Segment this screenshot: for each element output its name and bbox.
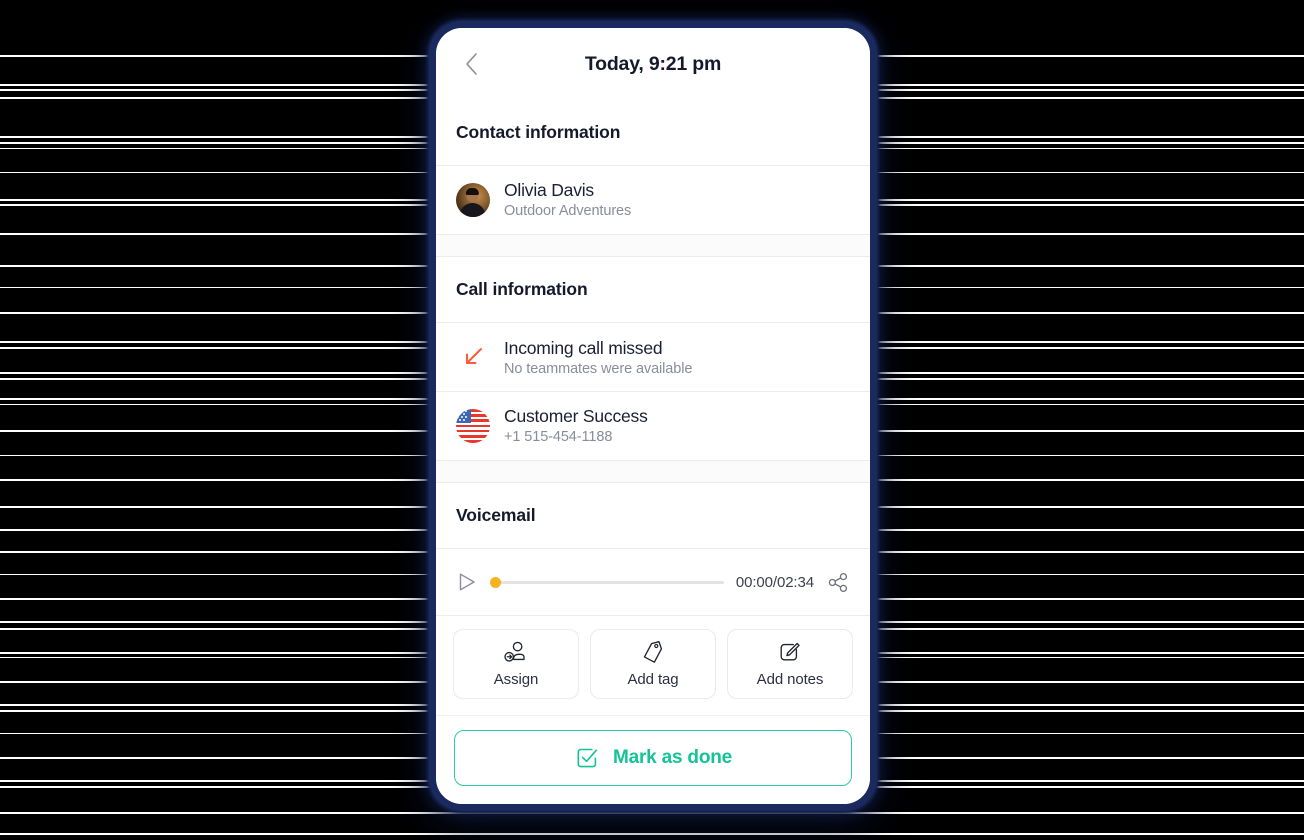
- add-notes-button[interactable]: Add notes: [727, 628, 853, 699]
- call-number-row[interactable]: Customer Success +1 515-454-1188: [436, 391, 870, 460]
- playback-time: 00:00/02:34: [735, 573, 814, 591]
- section-title-voicemail: Voicemail: [456, 505, 536, 526]
- section-header-contact: Contact information: [436, 100, 870, 165]
- add-tag-button[interactable]: Add tag: [590, 628, 716, 699]
- assign-person-icon: [504, 641, 525, 662]
- play-icon: [459, 573, 475, 591]
- assign-button[interactable]: Assign: [453, 628, 579, 699]
- call-status-secondary: No teammates were available: [504, 360, 693, 377]
- voicemail-player: 00:00/02:34: [436, 549, 870, 616]
- seek-thumb[interactable]: [490, 576, 501, 588]
- section-gap: [436, 460, 870, 483]
- call-line-name: Customer Success: [504, 406, 648, 427]
- tag-icon: [643, 640, 663, 663]
- background-stripe: [0, 833, 1304, 835]
- page-title: Today, 9:21 pm: [584, 52, 722, 75]
- quick-actions: Assign Add tag Add notes: [436, 615, 870, 715]
- share-button[interactable]: [826, 570, 850, 594]
- call-phone-number: +1 515-454-1188: [504, 429, 613, 446]
- footer-bar: Mark as done: [436, 715, 870, 804]
- contact-row[interactable]: Olivia Davis Outdoor Adventures: [436, 165, 870, 234]
- contact-company: Outdoor Adventures: [504, 203, 632, 220]
- seek-track: [490, 580, 724, 584]
- add-tag-label: Add tag: [627, 670, 679, 688]
- us-flag-icon: [456, 408, 490, 443]
- seek-slider[interactable]: [490, 573, 724, 591]
- section-title-contact: Contact information: [456, 122, 621, 142]
- app-header: Today, 9:21 pm: [436, 28, 870, 100]
- edit-note-icon: [780, 642, 800, 661]
- back-button[interactable]: [454, 47, 488, 81]
- background-stripe: [0, 812, 1304, 814]
- mark-as-done-button[interactable]: Mark as done: [454, 730, 852, 786]
- share-icon: [828, 572, 847, 592]
- detail-scroll-area: Contact information Olivia Davis Outdoor…: [436, 100, 870, 715]
- call-status-row[interactable]: Incoming call missed No teammates were a…: [436, 323, 870, 392]
- section-title-call: Call information: [456, 279, 588, 300]
- avatar: [456, 182, 490, 217]
- contact-name: Olivia Davis: [504, 180, 594, 201]
- phone-mockup-card: Today, 9:21 pm Contact information Olivi…: [436, 28, 870, 804]
- mark-as-done-label: Mark as done: [612, 747, 733, 768]
- incoming-missed-call-arrow-icon: [456, 340, 490, 374]
- chevron-left-icon: [465, 53, 477, 75]
- section-header-voicemail: Voicemail: [436, 483, 870, 549]
- play-button[interactable]: [456, 571, 478, 593]
- section-gap: [436, 234, 870, 257]
- call-status-primary: Incoming call missed: [504, 337, 663, 358]
- assign-label: Assign: [493, 670, 539, 688]
- section-header-call: Call information: [436, 257, 870, 323]
- add-notes-label: Add notes: [756, 670, 824, 688]
- check-square-icon: [577, 748, 598, 768]
